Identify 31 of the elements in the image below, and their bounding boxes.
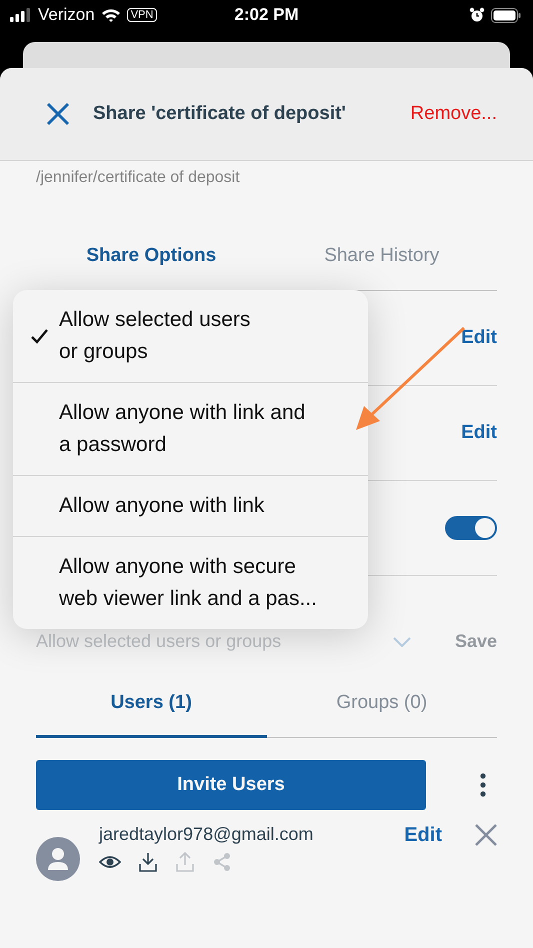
- carrier-name: Verizon: [38, 5, 95, 25]
- edit-link[interactable]: Edit: [404, 824, 442, 846]
- close-icon: [46, 102, 70, 126]
- signal-icon: [10, 8, 32, 22]
- wifi-icon: [100, 8, 121, 22]
- avatar-icon: [36, 836, 80, 880]
- tab[interactable]: Users (1): [36, 692, 266, 738]
- chevron-icon: [392, 636, 411, 646]
- tab[interactable]: Share Options: [36, 245, 266, 290]
- menu-item[interactable]: Allow selected users or groups: [13, 290, 368, 383]
- alarm-icon: [469, 7, 485, 23]
- toggle-switch[interactable]: [445, 516, 497, 540]
- clock-time: 2:02 PM: [234, 5, 299, 25]
- remove-link[interactable]: Remove...: [410, 103, 497, 125]
- vpn-badge: VPN: [126, 8, 158, 22]
- close-button[interactable]: [46, 102, 70, 126]
- edit-link[interactable]: Edit: [461, 422, 497, 444]
- file-path: /jennifer/certificate of deposit: [36, 169, 241, 187]
- user-email: jaredtaylor978@gmail.com: [99, 824, 314, 844]
- tab[interactable]: Share History: [266, 245, 497, 290]
- remove-icon[interactable]: [475, 824, 497, 846]
- more-icon[interactable]: [479, 772, 487, 796]
- edit-link[interactable]: Edit: [461, 327, 497, 349]
- invite-button[interactable]: Invite Users: [36, 760, 426, 810]
- sheet-title: Share 'certificate of deposit': [93, 103, 347, 125]
- menu-item[interactable]: Allow anyone with secure web viewer link and a pas...: [13, 537, 368, 629]
- eye-icon[interactable]: [99, 854, 121, 868]
- download-icon[interactable]: [138, 852, 158, 872]
- battery-icon: [491, 8, 521, 22]
- tab[interactable]: Groups (0): [266, 692, 497, 738]
- menu-item[interactable]: Allow anyone with link: [13, 476, 368, 537]
